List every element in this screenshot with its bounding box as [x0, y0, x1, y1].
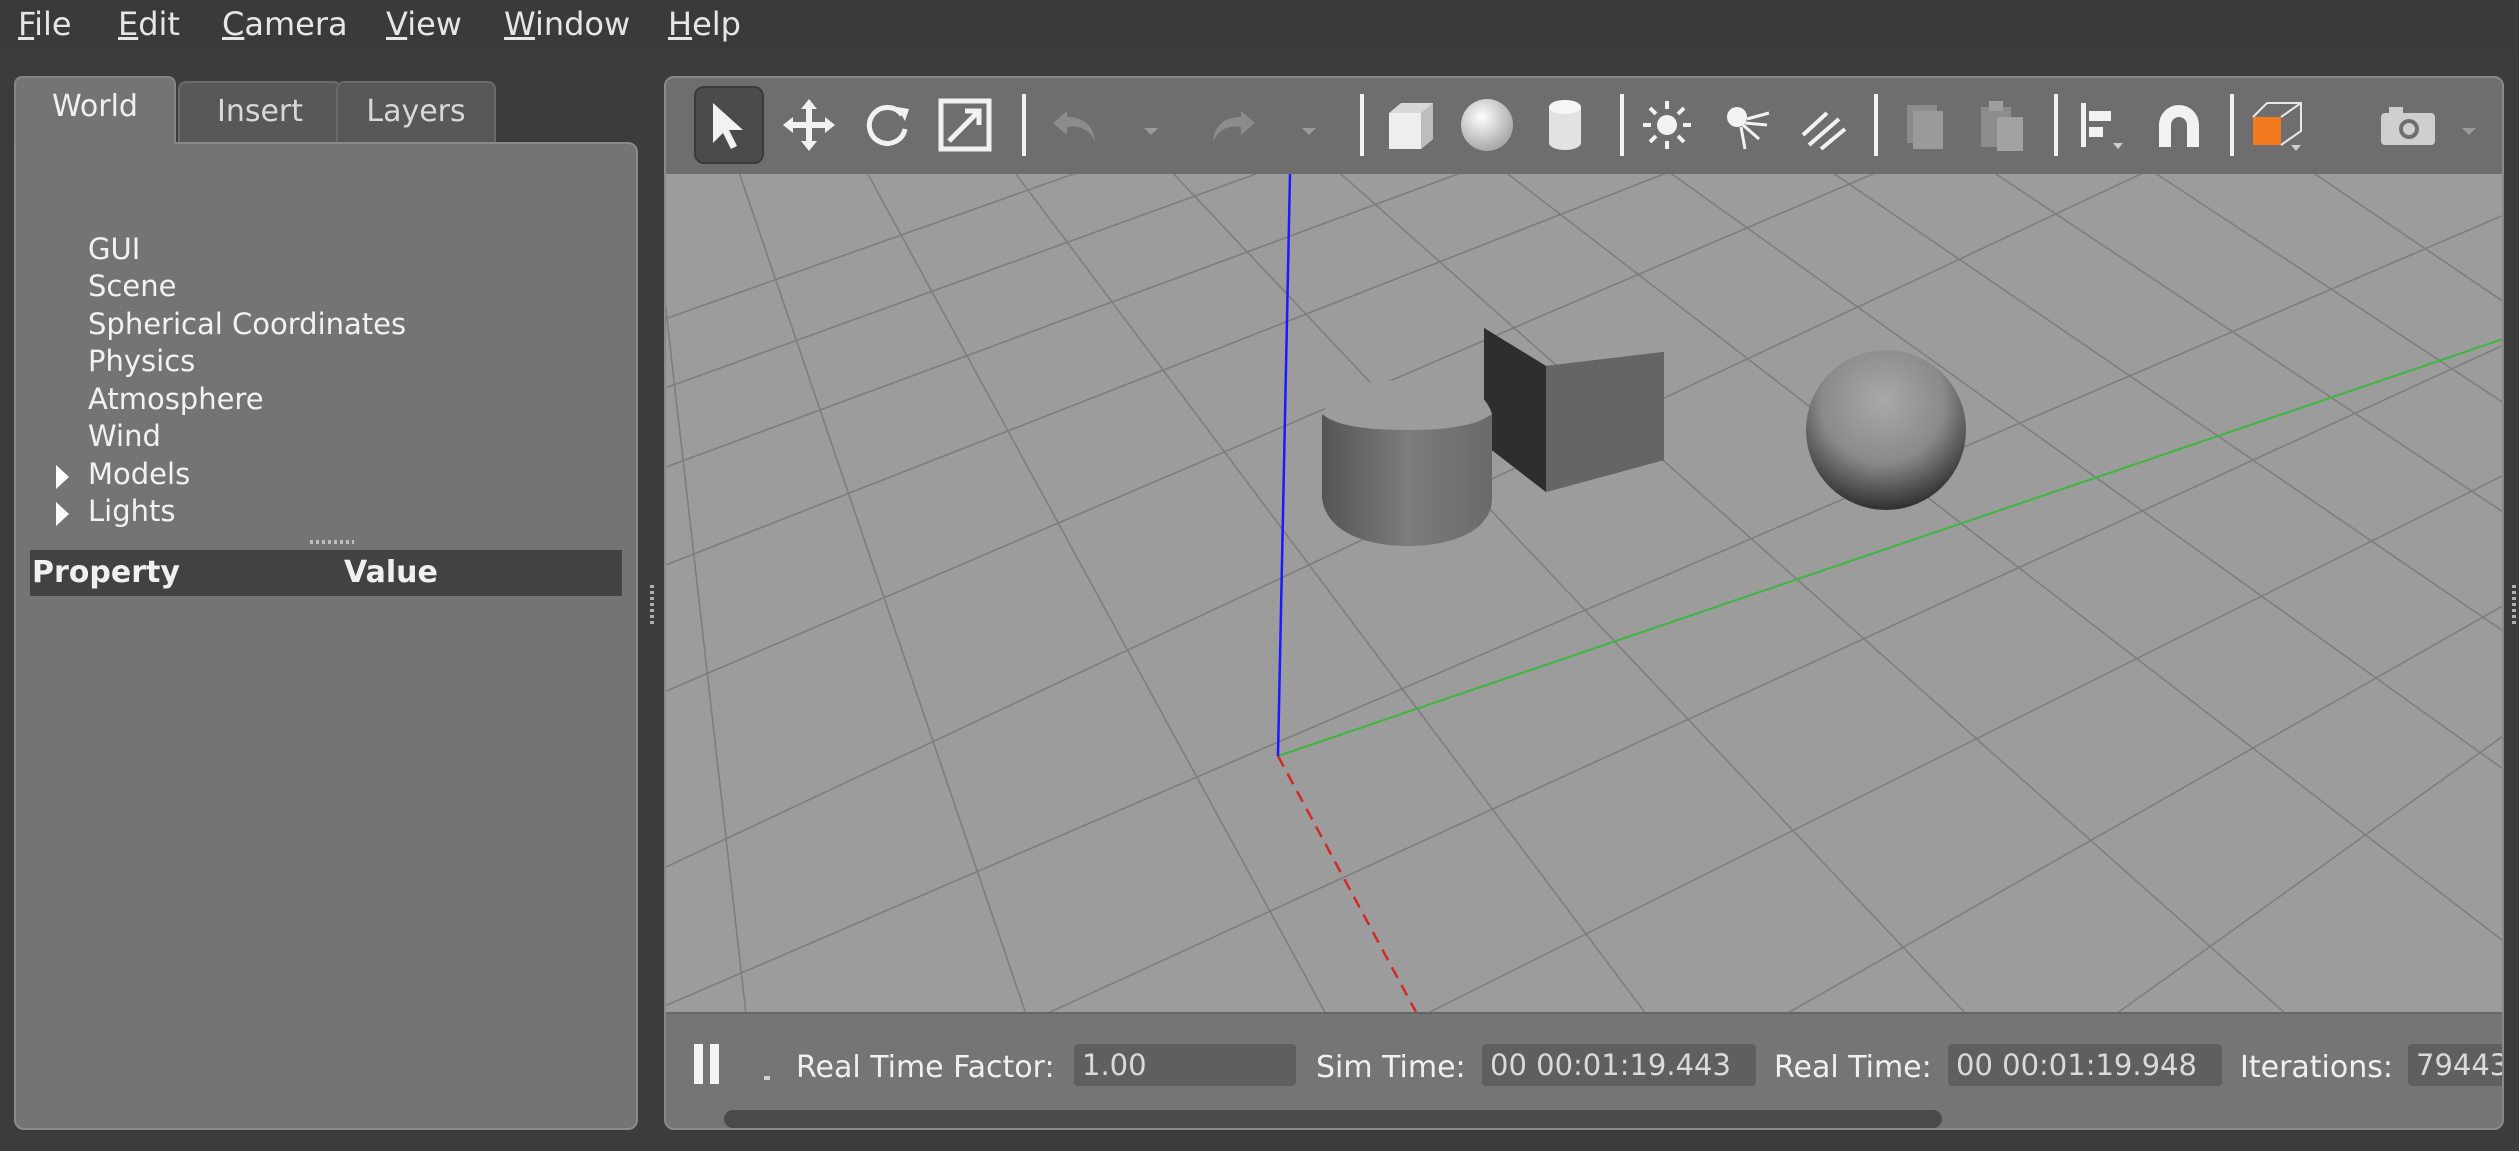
screenshot-dropdown-arrow-icon[interactable]	[2462, 128, 2476, 135]
menu-view[interactable]: View	[386, 6, 462, 42]
step-dropdown-icon[interactable]	[764, 1076, 770, 1080]
translate-icon	[783, 99, 835, 151]
sim-time-value: 00 00:01:19.443	[1482, 1044, 1756, 1086]
rotate-mode-button[interactable]	[852, 86, 922, 164]
menu-bar: File Edit Camera View Window Help	[0, 0, 2519, 50]
box-icon	[1389, 103, 1433, 149]
pause-icon	[694, 1044, 703, 1084]
box-model[interactable]	[1484, 328, 1664, 492]
redo-dropdown-arrow-icon[interactable]	[1302, 128, 1316, 135]
align-button[interactable]	[2066, 86, 2136, 164]
real-time-value: 00 00:01:19.948	[1948, 1044, 2222, 1086]
iterations-value: 79443	[2408, 1044, 2502, 1086]
paste-button[interactable]	[1966, 86, 2036, 164]
scale-icon	[938, 98, 992, 152]
tree-item-models[interactable]: Models	[88, 457, 190, 491]
ground-grid	[666, 133, 2502, 1015]
directional-light-icon	[1801, 111, 1847, 151]
scale-mode-button[interactable]	[930, 86, 1000, 164]
world-tree-panel: GUI Scene Spherical Coordinates Physics …	[14, 142, 638, 1130]
insert-box-button[interactable]	[1374, 86, 1444, 164]
z-axis-line	[1276, 173, 1292, 757]
toolbar-separator	[1620, 94, 1624, 156]
sphere-icon	[1461, 99, 1513, 151]
tree-item-gui[interactable]: GUI	[88, 232, 140, 266]
toolbar-separator	[1360, 94, 1364, 156]
copy-icon	[1907, 105, 1943, 149]
property-column-header: Property	[32, 555, 180, 590]
iterations-label: Iterations:	[2240, 1050, 2393, 1085]
view-angle-icon	[2252, 102, 2302, 151]
undo-icon	[1053, 111, 1095, 141]
translate-mode-button[interactable]	[774, 86, 844, 164]
toolbar-separator	[1022, 94, 1026, 156]
right-splitter-handle[interactable]	[2512, 585, 2516, 625]
undo-dropdown-arrow-icon[interactable]	[1144, 128, 1158, 135]
spot-light-icon	[1727, 107, 1770, 150]
sphere-model[interactable]	[1806, 350, 1966, 510]
tree-item-physics[interactable]: Physics	[88, 344, 195, 378]
menu-window[interactable]: Window	[504, 6, 630, 42]
insert-point-light-button[interactable]	[1632, 86, 1702, 164]
select-mode-button[interactable]	[694, 86, 764, 164]
tree-item-scene[interactable]: Scene	[88, 269, 176, 303]
screenshot-icon	[2381, 107, 2435, 145]
tab-insert[interactable]: Insert	[178, 81, 342, 142]
tab-layers[interactable]: Layers	[336, 81, 496, 142]
tree-item-lights[interactable]: Lights	[88, 494, 175, 528]
expand-models-arrow-icon[interactable]	[56, 465, 69, 489]
redo-icon	[1213, 111, 1255, 141]
select-arrow-icon	[713, 103, 743, 149]
panel-splitter-handle[interactable]	[310, 540, 354, 544]
expand-lights-arrow-icon[interactable]	[56, 502, 69, 526]
sim-time-label: Sim Time:	[1316, 1050, 1466, 1085]
copy-button[interactable]	[1888, 86, 1958, 164]
redo-button[interactable]	[1198, 86, 1268, 164]
screenshot-button[interactable]	[2374, 86, 2444, 164]
snap-button[interactable]	[2144, 86, 2214, 164]
property-table-header: Property Value	[30, 550, 622, 596]
tree-item-spherical-coordinates[interactable]: Spherical Coordinates	[88, 307, 406, 341]
left-splitter-handle[interactable]	[650, 585, 654, 625]
scrollbar-thumb[interactable]	[724, 1110, 1942, 1128]
insert-directional-light-button[interactable]	[1788, 86, 1858, 164]
insert-spot-light-button[interactable]	[1710, 86, 1780, 164]
rotate-icon	[866, 104, 909, 146]
undo-button[interactable]	[1040, 86, 1110, 164]
viewport-frame: Real Time Factor: 1.00 Sim Time: 00 00:0…	[664, 76, 2504, 1130]
align-icon	[2081, 103, 2123, 149]
simulation-status-bar: Real Time Factor: 1.00 Sim Time: 00 00:0…	[666, 1012, 2502, 1128]
x-axis-line	[1276, 755, 1418, 1013]
cylinder-model[interactable]	[1322, 380, 1492, 546]
cylinder-icon	[1549, 100, 1581, 150]
pause-button[interactable]	[692, 1014, 732, 1114]
tree-item-atmosphere[interactable]: Atmosphere	[88, 382, 264, 416]
paste-icon	[1981, 101, 2023, 151]
value-column-header: Value	[344, 555, 438, 590]
real-time-label: Real Time:	[1774, 1050, 1932, 1085]
real-time-factor-label: Real Time Factor:	[796, 1050, 1055, 1085]
tab-world[interactable]: World	[14, 76, 176, 144]
menu-file[interactable]: File	[18, 6, 72, 42]
3d-scene-viewport[interactable]	[666, 133, 2502, 1015]
panel-tabs: World Insert Layers	[14, 76, 640, 144]
toolbar-separator	[1874, 94, 1878, 156]
toolbar-separator	[2054, 94, 2058, 156]
point-light-icon	[1643, 101, 1691, 149]
menu-camera[interactable]: Camera	[222, 6, 348, 42]
status-horizontal-scrollbar[interactable]	[724, 1110, 2484, 1128]
tree-item-wind[interactable]: Wind	[88, 419, 161, 453]
toolbar-separator	[2230, 94, 2234, 156]
pause-icon-bar	[710, 1044, 719, 1084]
menu-edit[interactable]: Edit	[118, 6, 180, 42]
insert-cylinder-button[interactable]	[1530, 86, 1600, 164]
insert-sphere-button[interactable]	[1452, 86, 1522, 164]
menu-help[interactable]: Help	[668, 6, 741, 42]
view-angle-button[interactable]	[2242, 86, 2312, 164]
left-panel: World Insert Layers GUI Scene Spherical …	[14, 76, 640, 1130]
real-time-factor-value: 1.00	[1074, 1044, 1296, 1086]
snap-magnet-icon	[2159, 105, 2199, 147]
toolbar	[666, 78, 2502, 174]
scene-render	[666, 133, 2502, 1015]
